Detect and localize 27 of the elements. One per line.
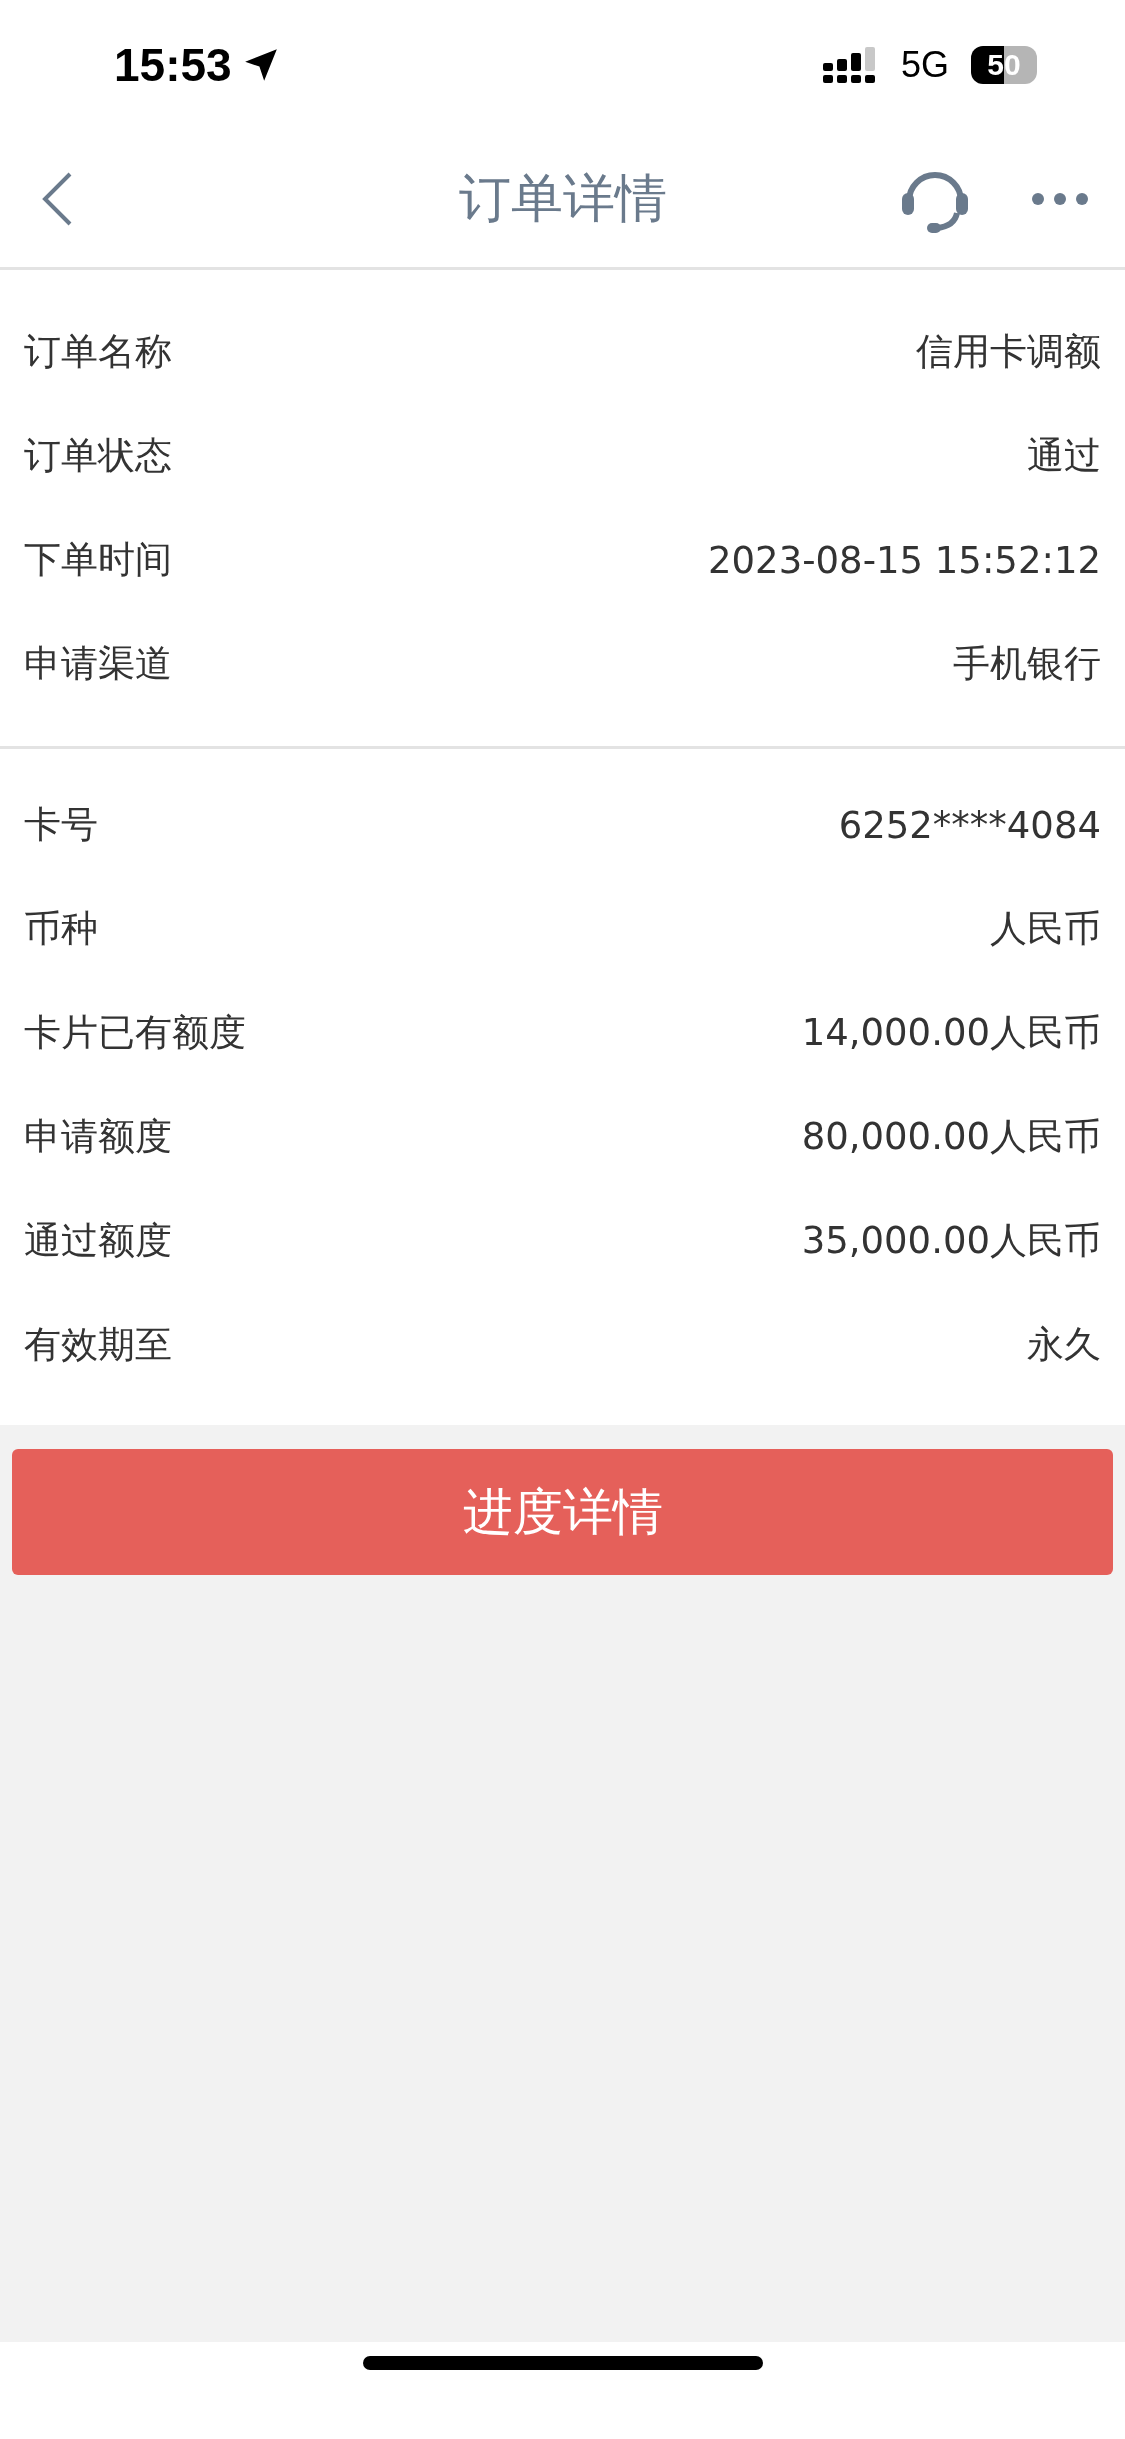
field-value: 6252****4084 [838, 803, 1101, 847]
field-value: 永久 [1027, 1322, 1101, 1368]
field-label: 有效期至 [24, 1322, 172, 1368]
field-value: 35,000.00人民币 [801, 1218, 1101, 1264]
field-value: 2023-08-15 15:52:12 [708, 538, 1101, 582]
field-value: 手机银行 [953, 641, 1101, 687]
field-value: 通过 [1027, 433, 1101, 479]
more-icon[interactable] [1031, 191, 1089, 206]
battery-level: 50 [987, 48, 1021, 82]
page-title: 订单详情 [458, 166, 667, 230]
field-value: 信用卡调额 [916, 329, 1101, 375]
field-label: 币种 [24, 906, 98, 952]
field-label: 卡片已有额度 [24, 1010, 246, 1056]
progress-details-button[interactable]: 进度详情 [12, 1449, 1113, 1575]
field-value: 14,000.00人民币 [801, 1010, 1101, 1056]
field-value: 80,000.00人民币 [801, 1114, 1101, 1160]
field-label: 通过额度 [24, 1218, 172, 1264]
field-label: 申请额度 [24, 1114, 172, 1160]
field-label: 订单名称 [24, 329, 172, 375]
field-label: 订单状态 [24, 433, 172, 479]
field-label: 申请渠道 [24, 641, 172, 687]
field-label: 下单时间 [24, 537, 172, 583]
field-value: 人民币 [990, 906, 1101, 952]
field-label: 卡号 [24, 802, 98, 848]
status-time: 15:53 [114, 38, 232, 92]
network-type: 5G [900, 44, 949, 86]
back-icon[interactable] [40, 170, 74, 227]
